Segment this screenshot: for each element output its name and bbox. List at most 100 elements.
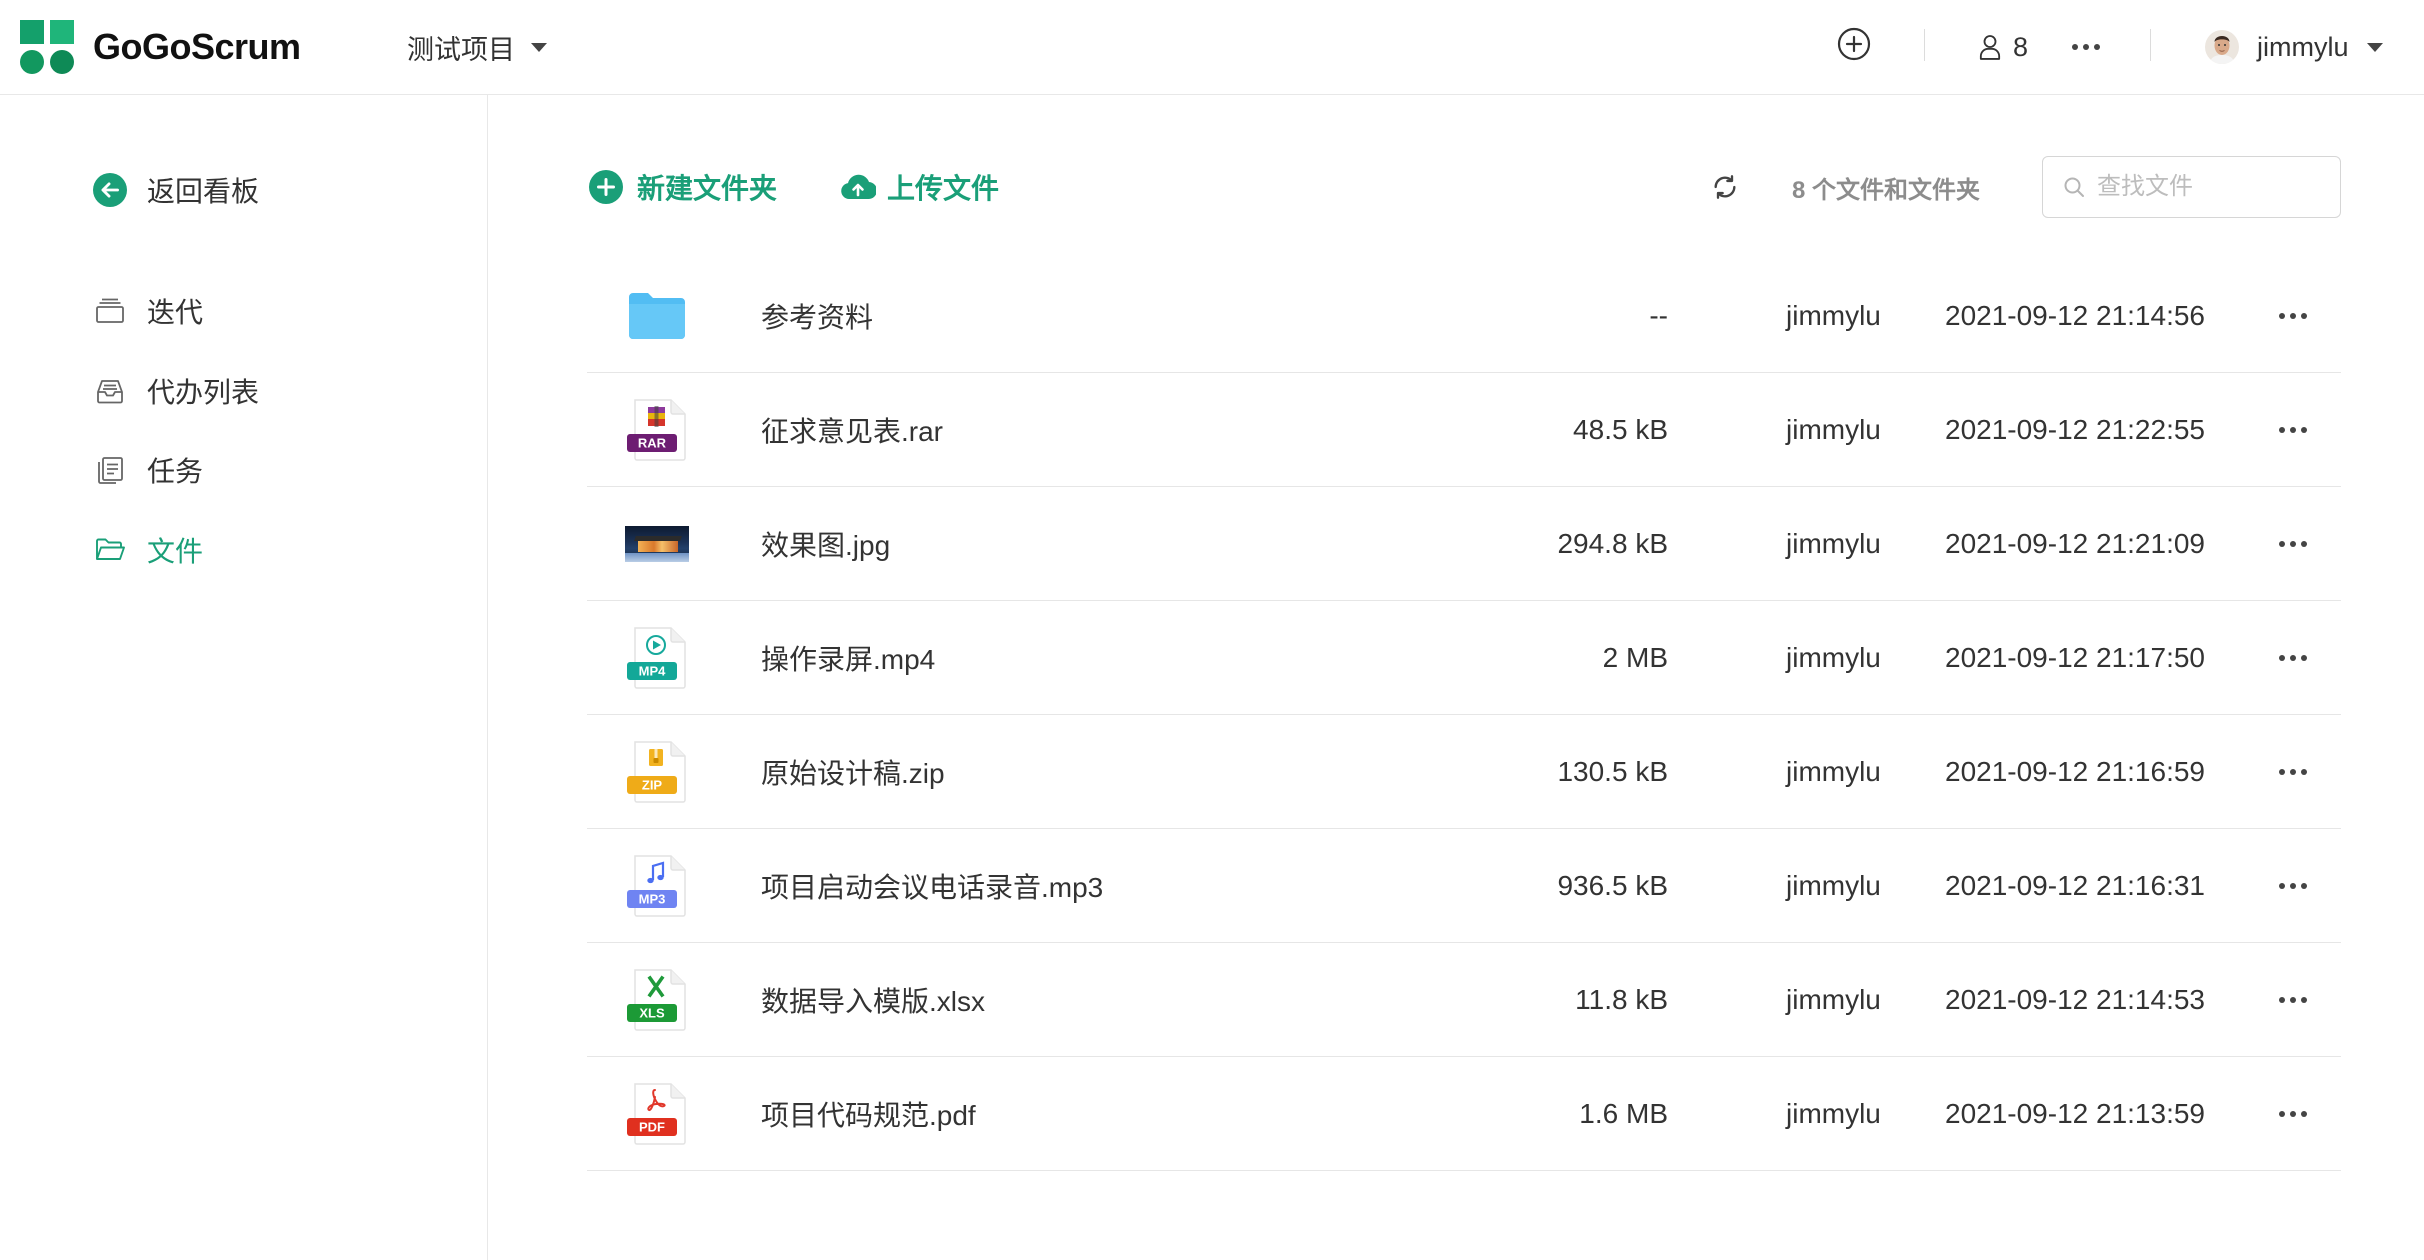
ellipsis-icon [2279,996,2285,1003]
sidebar [0,95,488,1260]
new-folder-label: 新建文件夹 [637,173,778,204]
create-button[interactable] [1837,27,1871,61]
more-menu-button[interactable] [2072,0,2100,94]
file-owner: jimmylu [1786,413,1881,445]
caret-down-icon [2366,42,2383,52]
file-size: 936.5 kB [1557,869,1668,901]
member-count: 8 [2013,31,2029,62]
file-owner: jimmylu [1786,527,1881,559]
file-row[interactable]: 参考资料 -- jimmylu 2021-09-12 21:14:56 [587,259,2341,373]
file-type-badge: MP3 [639,891,666,906]
file-type-badge: PDF [639,1119,665,1134]
file-type-badge: ZIP [642,777,663,792]
file-name[interactable]: 数据导入模版.xlsx [761,943,985,1056]
sidebar-item-tasks[interactable]: 任务 [93,446,203,494]
sidebar-item-label: 代办列表 [147,377,260,408]
divider [2150,29,2151,61]
file-modified: 2021-09-12 21:22:55 [1945,413,2205,445]
file-modified: 2021-09-12 21:14:53 [1945,983,2205,1015]
iteration-icon [93,294,127,328]
refresh-button[interactable] [1711,173,1739,201]
plus-circle-icon [1837,27,1871,61]
logo-icon [20,20,74,74]
file-name[interactable]: 征求意见表.rar [761,373,943,486]
image-thumbnail [625,487,689,600]
row-more-button[interactable] [2279,373,2307,486]
file-size: 130.5 kB [1557,755,1668,787]
ellipsis-icon [2279,1110,2285,1117]
file-type-badge: XLS [639,1005,665,1020]
file-name[interactable]: 项目代码规范.pdf [761,1057,976,1170]
user-name: jimmylu [2257,31,2349,62]
ellipsis-icon [2279,312,2285,319]
refresh-icon [1714,175,1736,199]
row-more-button[interactable] [2279,829,2307,942]
members-button[interactable]: 8 [1979,0,2028,94]
search-box[interactable] [2042,156,2341,218]
file-modified: 2021-09-12 21:21:09 [1945,527,2205,559]
file-row[interactable]: MP3 项目启动会议电话录音.mp3 936.5 kB jimmylu 2021… [587,829,2341,943]
rar-file-icon: RAR [625,373,689,486]
back-to-board-link[interactable]: 返回看板 [93,166,259,214]
file-size: 11.8 kB [1575,983,1668,1015]
file-name[interactable]: 参考资料 [761,259,873,372]
top-bar: GoGoScrum 测试项目 8 jimmylu [0,0,2424,95]
file-size: 1.6 MB [1579,1097,1668,1129]
ellipsis-icon [2279,654,2285,661]
file-type-badge: RAR [638,435,667,450]
file-row[interactable]: XLS 数据导入模版.xlsx 11.8 kB jimmylu 2021-09-… [587,943,2341,1057]
file-modified: 2021-09-12 21:17:50 [1945,641,2205,673]
file-modified: 2021-09-12 21:14:56 [1945,299,2205,331]
file-list: 参考资料 -- jimmylu 2021-09-12 21:14:56 RAR … [587,259,2341,1171]
row-more-button[interactable] [2279,487,2307,600]
caret-down-icon [531,42,547,52]
mp4-file-icon: MP4 [625,601,689,714]
ellipsis-icon [2279,540,2285,547]
mp3-file-icon: MP3 [625,829,689,942]
pdf-file-icon: PDF [625,1057,689,1170]
project-selector[interactable]: 测试项目 [407,0,547,94]
file-name[interactable]: 操作录屏.mp4 [761,601,935,714]
file-name[interactable]: 原始设计稿.zip [761,715,945,828]
plus-circle-icon [589,170,623,204]
file-owner: jimmylu [1786,869,1881,901]
arrow-left-circle-icon [93,173,127,207]
row-more-button[interactable] [2279,259,2307,372]
sidebar-item-iterations[interactable]: 迭代 [93,287,203,335]
folder-icon [625,259,689,372]
row-more-button[interactable] [2279,943,2307,1056]
file-name[interactable]: 项目启动会议电话录音.mp3 [761,829,1103,942]
app-logo-text: GoGoScrum [93,26,301,67]
row-more-button[interactable] [2279,601,2307,714]
sidebar-item-label: 迭代 [147,297,204,328]
sidebar-item-files[interactable]: 文件 [93,526,203,574]
file-row[interactable]: MP4 操作录屏.mp4 2 MB jimmylu 2021-09-12 21:… [587,601,2341,715]
file-owner: jimmylu [1786,641,1881,673]
search-icon [2064,177,2084,197]
file-row[interactable]: 效果图.jpg 294.8 kB jimmylu 2021-09-12 21:2… [587,487,2341,601]
file-modified: 2021-09-12 21:16:31 [1945,869,2205,901]
new-folder-button[interactable]: 新建文件夹 [589,165,777,209]
back-label: 返回看板 [147,176,260,207]
search-input[interactable] [2097,173,2317,201]
row-more-button[interactable] [2279,715,2307,828]
file-size: 294.8 kB [1557,527,1668,559]
upload-file-button[interactable]: 上传文件 [840,165,999,209]
cloud-upload-icon [841,174,876,200]
sidebar-item-todo-list[interactable]: 代办列表 [93,367,259,415]
row-more-button[interactable] [2279,1057,2307,1170]
file-type-badge: MP4 [639,663,667,678]
file-row[interactable]: PDF 项目代码规范.pdf 1.6 MB jimmylu 2021-09-12… [587,1057,2341,1171]
divider [1924,29,1925,61]
file-owner: jimmylu [1786,1097,1881,1129]
file-modified: 2021-09-12 21:16:59 [1945,755,2205,787]
file-row[interactable]: RAR 征求意见表.rar 48.5 kB jimmylu 2021-09-12… [587,373,2341,487]
file-owner: jimmylu [1786,299,1881,331]
upload-label: 上传文件 [887,173,1000,204]
file-row[interactable]: ZIP 原始设计稿.zip 130.5 kB jimmylu 2021-09-1… [587,715,2341,829]
file-name[interactable]: 效果图.jpg [761,487,890,600]
user-menu[interactable]: jimmylu [2205,0,2383,94]
file-modified: 2021-09-12 21:13:59 [1945,1097,2205,1129]
zip-file-icon: ZIP [625,715,689,828]
folder-open-icon [93,533,127,567]
